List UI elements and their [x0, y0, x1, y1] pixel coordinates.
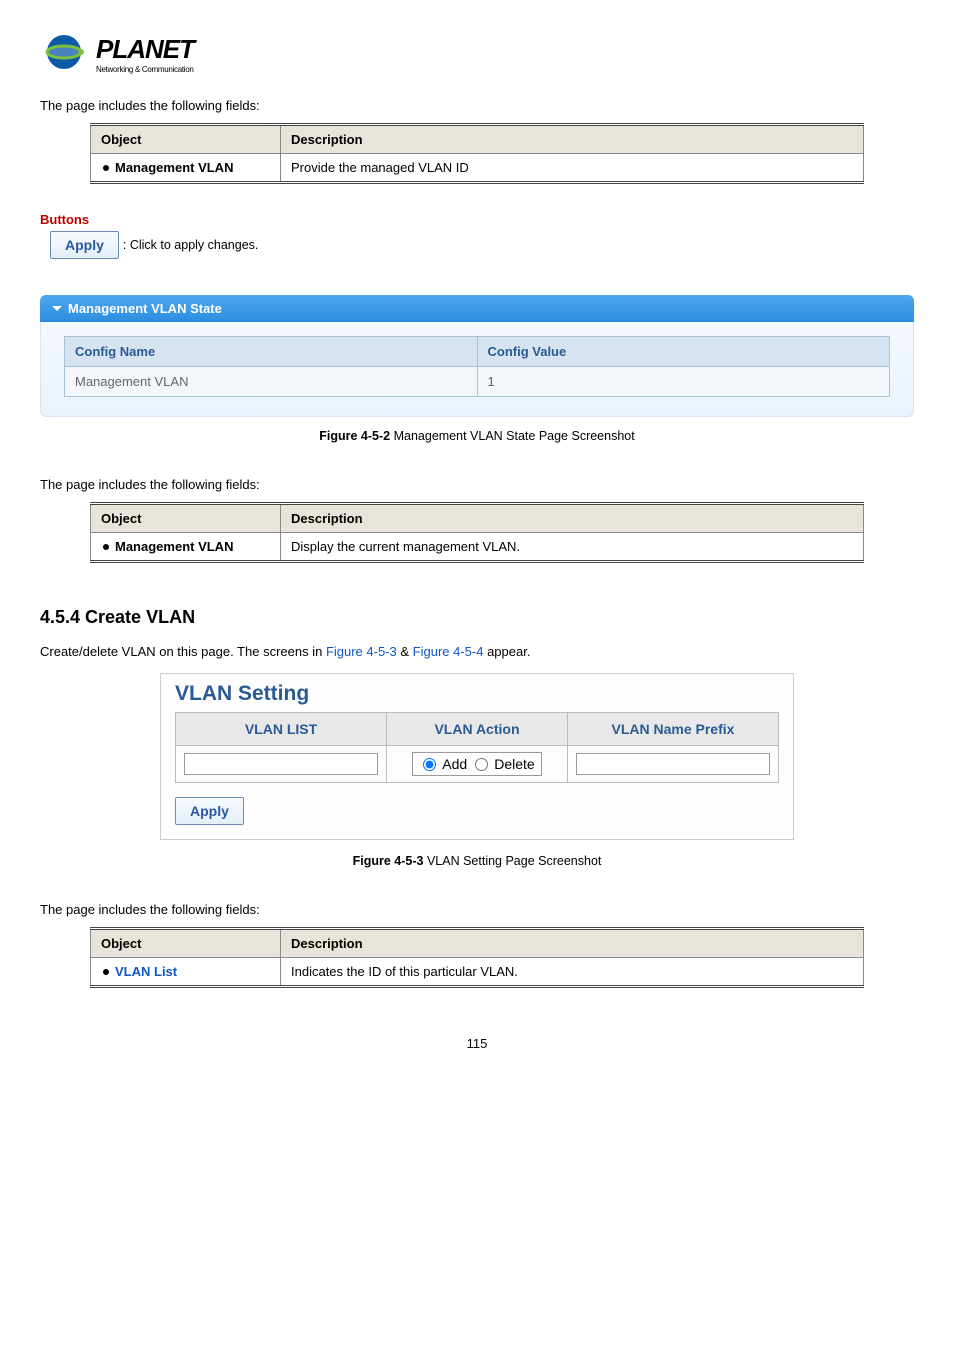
object-description-table-3: Object Description VLAN List Indicates t… [90, 927, 864, 988]
panel-title: Management VLAN State [68, 301, 222, 316]
th-object: Object [91, 929, 281, 958]
vlan-action-add-label: Add [442, 756, 467, 772]
vlan-apply-button[interactable]: Apply [175, 797, 244, 825]
intro-text-1: The page includes the following fields: [40, 98, 914, 113]
th-vlan-action: VLAN Action [387, 713, 568, 746]
th-config-value: Config Value [477, 337, 890, 367]
vlan-action-add-radio[interactable] [423, 758, 436, 771]
panel-header[interactable]: Management VLAN State [40, 295, 914, 322]
obj-name: VLAN List [115, 964, 177, 979]
config-table: Config Name Config Value Management VLAN… [64, 336, 890, 397]
vlan-setting-table: VLAN LIST VLAN Action VLAN Name Prefix A… [175, 712, 779, 783]
figure-text: VLAN Setting Page Screenshot [423, 854, 601, 868]
buttons-heading: Buttons [40, 212, 914, 227]
brand-tagline: Networking & Communication [96, 65, 194, 74]
figure-link-a[interactable]: Figure 4-5-3 [326, 644, 397, 659]
lead-post: appear. [483, 644, 530, 659]
cfg-value: 1 [477, 367, 890, 397]
obj-name: Management VLAN [115, 539, 233, 554]
planet-globe-icon [40, 30, 88, 78]
lead-amp: & [397, 644, 413, 659]
section-lead: Create/delete VLAN on this page. The scr… [40, 644, 914, 659]
apply-button[interactable]: Apply [50, 231, 119, 259]
vlan-action-delete-label: Delete [494, 756, 534, 772]
figure-number: Figure 4-5-3 [353, 854, 424, 868]
obj-desc: Indicates the ID of this particular VLAN… [281, 958, 864, 987]
table-row: Management VLAN Display the current mana… [91, 533, 864, 562]
vlan-list-input[interactable] [184, 753, 378, 775]
bullet-icon [103, 969, 109, 975]
object-description-table-1: Object Description Management VLAN Provi… [90, 123, 864, 184]
brand-name: PLANET [96, 34, 194, 65]
brand-logo: PLANET Networking & Communication [40, 30, 914, 78]
th-description: Description [281, 504, 864, 533]
intro-text-2: The page includes the following fields: [40, 477, 914, 492]
vlan-setting-title: VLAN Setting [161, 674, 793, 712]
th-description: Description [281, 125, 864, 154]
page-number: 115 [40, 1036, 914, 1051]
vlan-prefix-input[interactable] [576, 753, 770, 775]
th-config-name: Config Name [65, 337, 478, 367]
vlan-action-delete-radio[interactable] [475, 758, 488, 771]
figure-text: Management VLAN State Page Screenshot [390, 429, 635, 443]
th-vlan-list: VLAN LIST [176, 713, 387, 746]
figure-caption-1: Figure 4-5-2 Management VLAN State Page … [40, 429, 914, 443]
lead-pre: Create/delete VLAN on this page. The scr… [40, 644, 326, 659]
vlan-action-group: Add Delete [412, 752, 541, 776]
figure-link-b[interactable]: Figure 4-5-4 [413, 644, 484, 659]
vlan-setting-widget: VLAN Setting VLAN LIST VLAN Action VLAN … [160, 673, 794, 840]
figure-number: Figure 4-5-2 [319, 429, 390, 443]
intro-text-3: The page includes the following fields: [40, 902, 914, 917]
obj-desc: Provide the managed VLAN ID [281, 154, 864, 183]
figure-caption-2: Figure 4-5-3 VLAN Setting Page Screensho… [40, 854, 914, 868]
table-row: Management VLAN Provide the managed VLAN… [91, 154, 864, 183]
object-description-table-2: Object Description Management VLAN Displ… [90, 502, 864, 563]
obj-desc: Display the current management VLAN. [281, 533, 864, 562]
caret-down-icon [52, 306, 62, 311]
section-heading: 4.5.4 Create VLAN [40, 607, 914, 628]
bullet-icon [103, 165, 109, 171]
management-vlan-state-panel: Management VLAN State Config Name Config… [40, 295, 914, 417]
obj-name: Management VLAN [115, 160, 233, 175]
th-object: Object [91, 125, 281, 154]
th-vlan-prefix: VLAN Name Prefix [567, 713, 778, 746]
th-object: Object [91, 504, 281, 533]
table-row: Management VLAN 1 [65, 367, 890, 397]
cfg-name: Management VLAN [65, 367, 478, 397]
apply-description: : Click to apply changes. [123, 238, 259, 252]
bullet-icon [103, 544, 109, 550]
table-row: Add Delete [176, 746, 779, 783]
table-row: VLAN List Indicates the ID of this parti… [91, 958, 864, 987]
th-description: Description [281, 929, 864, 958]
